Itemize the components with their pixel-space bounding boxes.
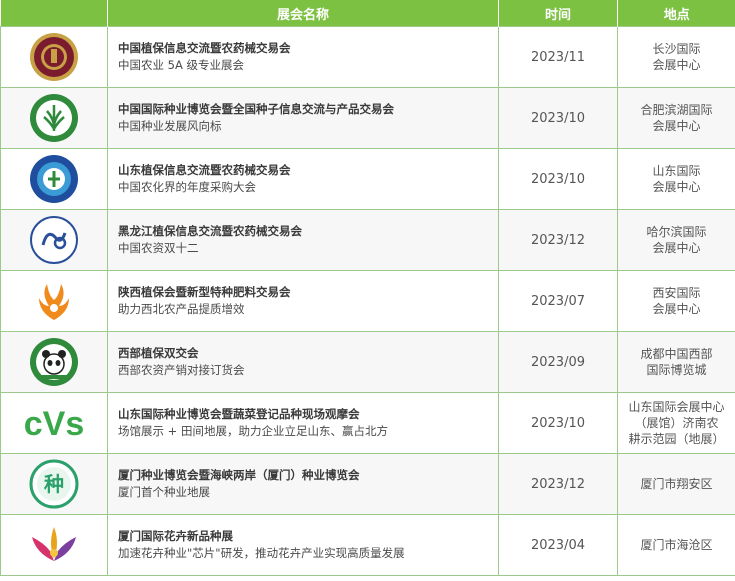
location-cell: 西安国际 会展中心	[617, 270, 735, 332]
logo-cell	[0, 270, 108, 332]
location-line: 合肥滨湖国际	[640, 103, 713, 117]
table-row: 中国植保信息交流暨农药械交易会 中国农业 5A 级专业展会 2023/11 长沙…	[0, 26, 735, 88]
exhibition-subtitle: 中国农化界的年度采购大会	[118, 180, 256, 194]
location-cell: 厦门市海沧区	[617, 514, 735, 576]
location-line: 厦门市海沧区	[640, 538, 713, 552]
location-line: 成都中国西部	[640, 347, 713, 361]
location-line: 耕示范园（地展）	[628, 432, 725, 446]
blue-circle-emblem-icon	[30, 155, 78, 203]
location-cell: 长沙国际 会展中心	[617, 26, 735, 88]
green-wheat-emblem-icon	[30, 94, 78, 142]
exhibition-subtitle: 中国农资双十二	[118, 241, 199, 255]
green-panda-emblem-icon	[30, 338, 78, 386]
table-row: 陕西植保会暨新型特种肥料交易会 助力西北农产品提质增效 2023/07 西安国际…	[0, 270, 735, 332]
location-line: （展馆）济南农	[634, 416, 719, 430]
location-line: 会展中心	[652, 58, 701, 72]
exhibition-subtitle: 助力西北农产品提质增效	[118, 302, 245, 316]
location-line: 会展中心	[652, 119, 701, 133]
location-line: 哈尔滨国际	[646, 225, 707, 239]
logo-cell	[0, 26, 108, 88]
table-row: cVs 山东国际种业博览会暨蔬菜登记品种现场观摩会 场馆展示 + 田间地展，助力…	[0, 392, 735, 454]
exhibition-subtitle: 场馆展示 + 田间地展，助力企业立足山东、赢占北方	[118, 424, 388, 438]
location-line: 厦门市翔安区	[640, 477, 713, 491]
exhibition-title: 中国国际种业博览会暨全国种子信息交流与产品交易会	[118, 102, 394, 116]
exhibition-title: 中国植保信息交流暨农药械交易会	[118, 41, 291, 55]
time-cell: 2023/09	[498, 331, 618, 393]
logo-cell	[0, 87, 108, 149]
exhibition-subtitle: 西部农资产销对接订货会	[118, 363, 245, 377]
cvs-logo-text: cVs	[24, 405, 85, 443]
location-cell: 哈尔滨国际 会展中心	[617, 209, 735, 271]
header-location: 地点	[617, 0, 735, 27]
location-cell: 山东国际会展中心 （展馆）济南农 耕示范园（地展）	[617, 392, 735, 454]
name-cell: 陕西植保会暨新型特种肥料交易会 助力西北农产品提质增效	[107, 270, 499, 332]
time-cell: 2023/04	[498, 514, 618, 576]
cvs-logo-icon: cVs	[24, 405, 85, 443]
time-cell: 2023/12	[498, 453, 618, 515]
location-line: 西安国际	[652, 286, 701, 300]
header-logo	[0, 0, 108, 27]
table-header: 展会名称 时间 地点	[0, 0, 735, 27]
location-cell: 成都中国西部 国际博览城	[617, 331, 735, 393]
name-cell: 厦门国际花卉新品种展 加速花卉种业"芯片"研发，推动花卉产业实现高质量发展	[107, 514, 499, 576]
name-cell: 中国国际种业博览会暨全国种子信息交流与产品交易会 中国种业发展风向标	[107, 87, 499, 149]
exhibition-subtitle: 中国种业发展风向标	[118, 119, 222, 133]
logo-cell: cVs	[0, 392, 108, 454]
time-cell: 2023/10	[498, 87, 618, 149]
table-row: 山东植保信息交流暨农药械交易会 中国农化界的年度采购大会 2023/10 山东国…	[0, 148, 735, 210]
logo-cell: 种	[0, 453, 108, 515]
name-cell: 厦门种业博览会暨海峡两岸（厦门）种业博览会 厦门首个种业地展	[107, 453, 499, 515]
exhibition-title: 厦门种业博览会暨海峡两岸（厦门）种业博览会	[118, 468, 360, 482]
location-line: 山东国际会展中心	[628, 400, 725, 414]
exhibition-title: 山东国际种业博览会暨蔬菜登记品种现场观摩会	[118, 407, 360, 421]
time-cell: 2023/10	[498, 392, 618, 454]
time-cell: 2023/07	[498, 270, 618, 332]
logo-cell	[0, 514, 108, 576]
logo-cell	[0, 331, 108, 393]
table-row: 厦门国际花卉新品种展 加速花卉种业"芯片"研发，推动花卉产业实现高质量发展 20…	[0, 514, 735, 576]
exhibition-title: 山东植保信息交流暨农药械交易会	[118, 163, 291, 177]
exhibition-title: 西部植保双交会	[118, 346, 199, 360]
location-line: 长沙国际	[652, 42, 701, 56]
name-cell: 黑龙江植保信息交流暨农药械交易会 中国农资双十二	[107, 209, 499, 271]
red-circle-emblem-icon	[30, 33, 78, 81]
location-line: 会展中心	[652, 302, 701, 316]
exhibition-title: 厦门国际花卉新品种展	[118, 529, 233, 543]
table-row: 黑龙江植保信息交流暨农药械交易会 中国农资双十二 2023/12 哈尔滨国际 会…	[0, 209, 735, 271]
exhibition-title: 黑龙江植保信息交流暨农药械交易会	[118, 224, 302, 238]
seed-logo-text: 种	[43, 472, 64, 496]
name-cell: 中国植保信息交流暨农药械交易会 中国农业 5A 级专业展会	[107, 26, 499, 88]
name-cell: 山东植保信息交流暨农药械交易会 中国农化界的年度采购大会	[107, 148, 499, 210]
blue-swirl-emblem-icon	[30, 216, 78, 264]
time-cell: 2023/10	[498, 148, 618, 210]
logo-cell	[0, 148, 108, 210]
table-row: 种 厦门种业博览会暨海峡两岸（厦门）种业博览会 厦门首个种业地展 2023/12…	[0, 453, 735, 515]
green-seed-emblem-icon: 种	[29, 459, 79, 509]
time-cell: 2023/12	[498, 209, 618, 271]
location-cell: 厦门市翔安区	[617, 453, 735, 515]
time-cell: 2023/11	[498, 26, 618, 88]
header-time: 时间	[498, 0, 618, 27]
exhibition-title: 陕西植保会暨新型特种肥料交易会	[118, 285, 291, 299]
table-row: 西部植保双交会 西部农资产销对接订货会 2023/09 成都中国西部 国际博览城	[0, 331, 735, 393]
table-row: 中国国际种业博览会暨全国种子信息交流与产品交易会 中国种业发展风向标 2023/…	[0, 87, 735, 149]
name-cell: 西部植保双交会 西部农资产销对接订货会	[107, 331, 499, 393]
orange-phoenix-emblem-icon	[39, 284, 69, 320]
exhibition-subtitle: 中国农业 5A 级专业展会	[118, 58, 244, 72]
location-line: 会展中心	[652, 180, 701, 194]
location-cell: 山东国际 会展中心	[617, 148, 735, 210]
exhibition-subtitle: 加速花卉种业"芯片"研发，推动花卉产业实现高质量发展	[118, 546, 405, 560]
exhibition-table: 展会名称 时间 地点 中国植保信息交流暨农药械交易会 中国农业 5A 级专业展会…	[0, 0, 735, 576]
flower-emblem-icon	[32, 527, 76, 561]
exhibition-subtitle: 厦门首个种业地展	[118, 485, 210, 499]
logo-cell	[0, 209, 108, 271]
name-cell: 山东国际种业博览会暨蔬菜登记品种现场观摩会 场馆展示 + 田间地展，助力企业立足…	[107, 392, 499, 454]
location-line: 国际博览城	[646, 363, 707, 377]
location-line: 会展中心	[652, 241, 701, 255]
location-cell: 合肥滨湖国际 会展中心	[617, 87, 735, 149]
header-name: 展会名称	[107, 0, 499, 27]
location-line: 山东国际	[652, 164, 701, 178]
